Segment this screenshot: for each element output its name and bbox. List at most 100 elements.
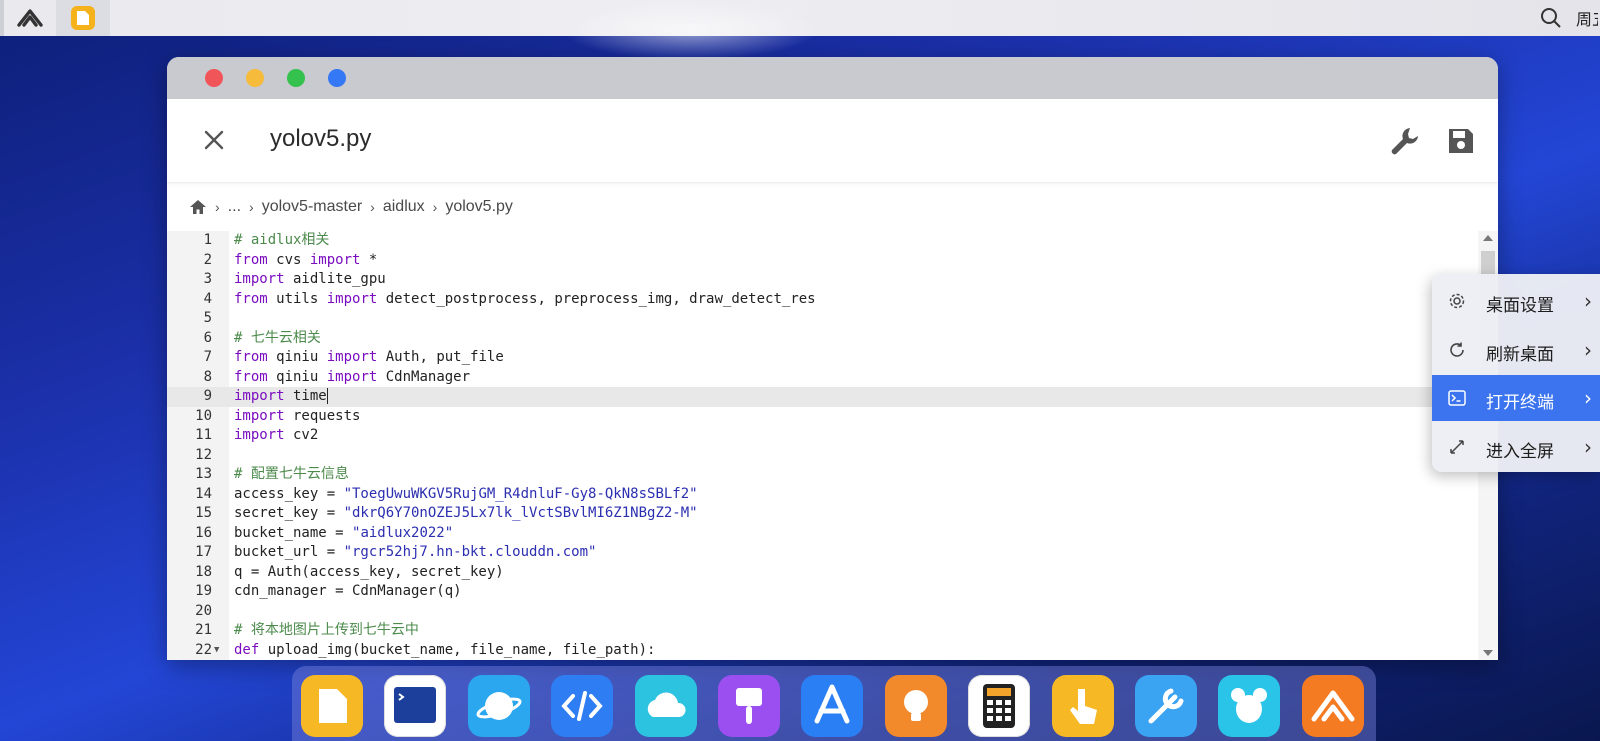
code-line[interactable]: 11 import cv2 [167, 426, 1477, 446]
code-line[interactable]: 5 [167, 309, 1477, 329]
code-line[interactable]: 19 cdn_manager = CdnManager(q) [167, 582, 1477, 602]
code-editor-icon[interactable] [551, 675, 614, 737]
code-token: import [326, 368, 378, 385]
code-token: from [234, 349, 268, 365]
code-token: upload_img(bucket_name, file_name, file_… [259, 641, 656, 658]
line-number: 10 [195, 407, 212, 424]
code-token: import [234, 271, 285, 287]
chevron-right-icon: › [1584, 289, 1592, 313]
scroll-up-icon[interactable] [1483, 235, 1493, 241]
code-line[interactable]: 16 bucket_name = "aidlux2022" [167, 524, 1477, 544]
maximize-window-button[interactable] [287, 69, 305, 87]
code-token: # 配置七牛云信息 [234, 466, 349, 482]
touch-hand-icon[interactable] [1051, 675, 1114, 737]
line-number: 13 [195, 466, 212, 482]
line-number: 14 [195, 485, 212, 502]
breadcrumb-item[interactable]: yolov5.py [445, 198, 513, 216]
code-text: import cv2 [234, 426, 318, 446]
code-line[interactable]: 17 bucket_url = "rgcr52hj7.hn-bkt.clouddn… [167, 543, 1477, 563]
code-token: access_key = [234, 485, 344, 502]
code-line[interactable]: 2 from cvs import * [167, 251, 1477, 271]
scroll-down-icon[interactable] [1483, 650, 1493, 656]
code-token: requests [284, 407, 361, 424]
aidlux-logo-icon[interactable] [4, 0, 56, 36]
cloud-icon[interactable] [634, 675, 697, 737]
code-line[interactable]: 6 # 七牛云相关 [167, 329, 1477, 349]
chevron-right-icon: › [1584, 434, 1592, 459]
code-line[interactable]: 20 [167, 602, 1477, 622]
code-text: bucket_name = "aidlux2022" [234, 524, 453, 544]
context-menu-item[interactable]: 打开终端 › [1432, 375, 1600, 421]
terminal-icon [1448, 389, 1466, 407]
calculator-icon[interactable] [968, 675, 1031, 737]
code-text: # 七牛云相关 [234, 329, 321, 349]
context-menu-item[interactable]: 进入全屏 › [1432, 424, 1600, 470]
tools-icon[interactable] [1135, 675, 1197, 737]
code-token: qiniu [267, 368, 327, 385]
code-line[interactable]: 13 # 配置七牛云信息 [167, 465, 1477, 485]
context-menu-item[interactable]: 桌面设置 › [1432, 278, 1600, 324]
extra-window-button[interactable] [328, 69, 346, 87]
code-line[interactable]: 14 access_key = "ToegUwuWKGV5RujGM_R4dnlu… [167, 485, 1477, 505]
code-token: cvs [267, 251, 310, 268]
code-token: from [234, 368, 268, 385]
code-token: import [234, 427, 285, 443]
line-number: 3 [203, 271, 212, 287]
code-line[interactable]: 9 import time [167, 387, 1477, 407]
context-menu-label: 打开终端 [1486, 393, 1554, 413]
minimize-window-button[interactable] [246, 69, 264, 87]
code-token: CdnManager [377, 368, 471, 385]
wrench-icon[interactable] [1388, 124, 1422, 158]
code-line[interactable]: 8 from qiniu import CdnManager [167, 368, 1477, 388]
home-icon[interactable] [189, 199, 207, 215]
app-store-icon[interactable] [801, 675, 864, 737]
paint-brush-icon[interactable] [718, 675, 780, 737]
browser-planet-icon[interactable] [467, 675, 530, 737]
line-number: 4 [203, 290, 212, 307]
files-app-taskbar-icon[interactable] [56, 0, 110, 36]
code-token: from [234, 290, 268, 307]
code-line[interactable]: 1 # aidlux相关 [167, 231, 1477, 251]
code-token: # aidlux相关 [234, 232, 330, 248]
close-window-button[interactable] [205, 69, 223, 87]
save-icon[interactable] [1446, 126, 1476, 156]
code-text: secret_key = "dkrQ6Y70nOZEJ5Lx7lk_lVctSB… [234, 504, 698, 524]
search-icon[interactable] [1540, 7, 1562, 29]
breadcrumb-item[interactable]: ... [228, 198, 241, 216]
files-app-icon[interactable] [301, 675, 363, 737]
code-line[interactable]: 15 secret_key = "dkrQ6Y70nOZEJ5Lx7lk_lVct… [167, 504, 1477, 524]
code-token: import [326, 349, 378, 365]
context-menu-item[interactable]: 刷新桌面 › [1432, 327, 1600, 373]
code-token: from [234, 251, 268, 268]
line-number: 17 [195, 544, 212, 560]
code-text: def upload_img(bucket_name, file_name, f… [234, 641, 655, 661]
code-text: import aidlite_gpu [234, 270, 386, 290]
breadcrumb-separator: › [370, 199, 375, 215]
line-number: 2 [203, 251, 212, 268]
code-line[interactable]: 3 import aidlite_gpu [167, 270, 1477, 290]
code-line[interactable]: 7 from qiniu import Auth, put_file [167, 348, 1477, 368]
code-line[interactable]: 18 q = Auth(access_key, secret_key) [167, 563, 1477, 583]
code-token: import [309, 251, 361, 268]
code-token: "ToegUwuWKGV5RujGM_R4dnluF-Gy8-QkN8sSBLf… [343, 485, 698, 502]
code-line[interactable]: 21 # 将本地图片上传到七牛云中 [167, 621, 1477, 641]
close-icon[interactable] [201, 127, 227, 153]
code-line[interactable]: 10 import requests [167, 407, 1477, 427]
code-line[interactable]: 4 from utils import detect_postprocess, p… [167, 290, 1477, 310]
code-text: from cvs import * [234, 251, 377, 271]
line-number: 12 [195, 446, 212, 463]
fold-toggle-icon[interactable]: ▼ [214, 641, 219, 661]
lightbulb-icon[interactable] [884, 675, 947, 737]
code-token: * [360, 251, 378, 268]
code-token: time [284, 388, 327, 404]
code-line[interactable]: 12 [167, 446, 1477, 466]
code-editor[interactable]: 1 # aidlux相关 2 from cvs import * 3 import aid… [167, 231, 1498, 660]
code-text: access_key = "ToegUwuWKGV5RujGM_R4dnluF-… [234, 485, 698, 505]
mouse-icon[interactable] [1218, 675, 1281, 737]
code-line[interactable]: 22 ▼ def upload_img(bucket_name, file_name… [167, 641, 1477, 661]
window-titlebar[interactable] [167, 57, 1498, 99]
aidlux-logo-icon[interactable] [1301, 675, 1364, 737]
breadcrumb-item[interactable]: aidlux [383, 198, 425, 216]
breadcrumb-item[interactable]: yolov5-master [262, 198, 362, 216]
terminal-app-icon[interactable] [384, 675, 447, 737]
